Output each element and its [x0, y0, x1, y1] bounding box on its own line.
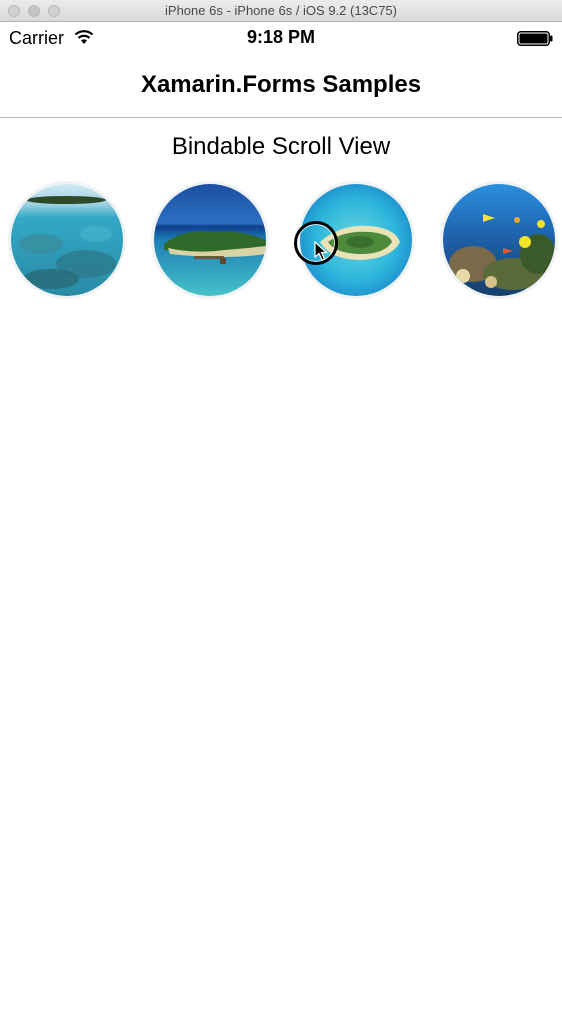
simulator-titlebar: iPhone 6s - iPhone 6s / iOS 9.2 (13C75) [0, 0, 562, 22]
image-item-lagoon-reef[interactable] [8, 181, 126, 299]
window-title: iPhone 6s - iPhone 6s / iOS 9.2 (13C75) [165, 3, 397, 18]
bindable-scroll-view[interactable] [0, 178, 562, 302]
nav-title: Xamarin.Forms Samples [140, 71, 422, 98]
image-item-coral-fish[interactable] [440, 181, 558, 299]
status-bar: Carrier 9:18 PM [0, 22, 562, 54]
island-photo [154, 184, 266, 296]
status-time: 9:18 PM [246, 27, 316, 47]
navigation-bar: Xamarin.Forms Samples [0, 54, 562, 118]
island-reef-photo [11, 184, 123, 296]
mouse-pointer-icon [314, 241, 328, 261]
battery-full-icon [517, 31, 553, 46]
coral-fish-photo [443, 184, 555, 296]
page-heading: Bindable Scroll View [171, 133, 391, 160]
image-item-tropical-island[interactable] [151, 181, 269, 299]
